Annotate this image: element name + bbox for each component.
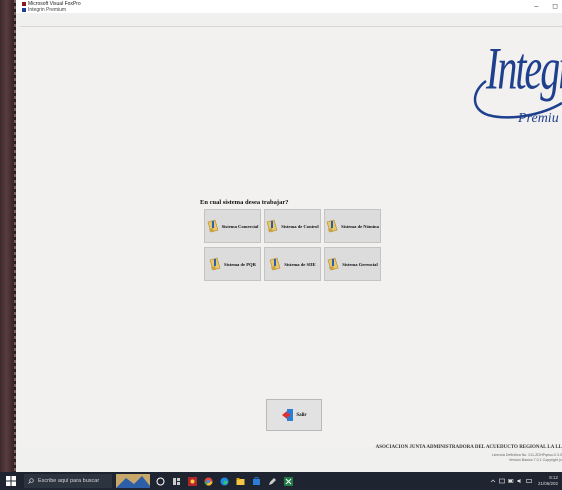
app-window: Microsoft Visual FoxPro Integrin Premium… <box>16 0 562 472</box>
chevron-up-icon[interactable] <box>490 478 496 484</box>
salir-label: Salir <box>296 412 307 418</box>
speaker-icon[interactable] <box>517 478 523 484</box>
minimize-button[interactable]: – <box>534 3 538 10</box>
button-label: Sistema de Control <box>281 223 319 229</box>
store-icon[interactable] <box>251 476 262 487</box>
button-label: Sistema Gerencial <box>342 261 378 267</box>
bookmark-folder-icon <box>327 257 339 271</box>
bookmark-folder-icon <box>269 257 281 271</box>
sistema-siie-button[interactable]: Sistema de SIIE <box>264 247 321 281</box>
search-icon <box>28 478 34 484</box>
button-label: Sistema de PQR <box>224 261 256 267</box>
sistema-nomina-button[interactable]: Sistema de Nómina <box>324 209 381 243</box>
bookmark-folder-icon <box>207 219 218 233</box>
widgets-icon[interactable] <box>171 476 182 487</box>
chrome-icon[interactable] <box>203 476 214 487</box>
logo-brand: Integrin <box>486 34 562 103</box>
file-explorer-icon[interactable] <box>235 476 246 487</box>
taskbar-search-box[interactable]: Escribe aquí para buscar <box>24 474 112 488</box>
battery-icon[interactable] <box>508 478 514 484</box>
bookmark-folder-icon <box>209 257 221 271</box>
integrin-logo: Integrin Premiu <box>466 29 562 149</box>
sistema-pqr-button[interactable]: Sistema de PQR <box>204 247 261 281</box>
organization-name: ASOCIACION JUNTA ADMINISTRADORA DEL ACUE… <box>375 445 562 450</box>
clock-date: 21/06/202 <box>537 480 558 486</box>
integrin-icon <box>22 7 26 12</box>
sistema-comercial-button[interactable]: Sistema Comercial <box>204 209 261 243</box>
taskbar-clock[interactable]: 8:12 21/06/202 <box>538 475 558 486</box>
pen-tool-icon[interactable] <box>267 476 278 487</box>
sistema-control-button[interactable]: Sistema de Control <box>264 209 321 243</box>
edge-icon[interactable] <box>219 476 230 487</box>
version-text: Version Basica 7.0.1 Copyright (c <box>508 458 562 462</box>
bookmark-folder-icon <box>326 219 338 233</box>
system-tray: 8:12 21/06/202 <box>490 475 558 486</box>
button-label: Sistema de Nómina <box>341 223 379 229</box>
button-label: Sistema Comercial <box>221 223 259 229</box>
task-view-icon[interactable] <box>155 476 166 487</box>
bookmark-folder-icon <box>266 219 278 233</box>
foxpro-taskbar-icon[interactable] <box>187 476 198 487</box>
main-panel: Integrin Premiu En cual sistema desea tr… <box>20 26 562 462</box>
sistema-gerencial-button[interactable]: Sistema Gerencial <box>324 247 381 281</box>
maximize-button[interactable]: ◻ <box>552 3 558 10</box>
news-widget-icon[interactable] <box>116 474 150 488</box>
door-exit-icon <box>282 409 294 421</box>
system-question: En cual sistema desea trabajar? <box>200 199 289 206</box>
title-bar: Microsoft Visual FoxPro Integrin Premium… <box>16 0 562 13</box>
search-placeholder: Escribe aquí para buscar <box>38 478 100 484</box>
windows-start-icon[interactable] <box>6 476 16 486</box>
excel-icon[interactable] <box>283 476 294 487</box>
keyboard-icon[interactable] <box>526 478 532 484</box>
window-controls: – ◻ <box>522 2 558 10</box>
license-text: Licencia Definitiva No. 211-ZDHPqesu-0.3… <box>491 453 562 457</box>
document-title: Integrin Premium <box>22 7 66 13</box>
logo-edition: Premiu <box>518 111 559 126</box>
button-label: Sistema de SIIE <box>284 261 316 267</box>
background-desktop-strip <box>0 0 16 472</box>
salir-button[interactable]: Salir <box>266 399 322 431</box>
network-icon[interactable] <box>499 478 505 484</box>
foxpro-icon <box>22 1 26 6</box>
windows-taskbar: Escribe aquí para buscar 8:12 21/06/202 <box>0 472 562 490</box>
